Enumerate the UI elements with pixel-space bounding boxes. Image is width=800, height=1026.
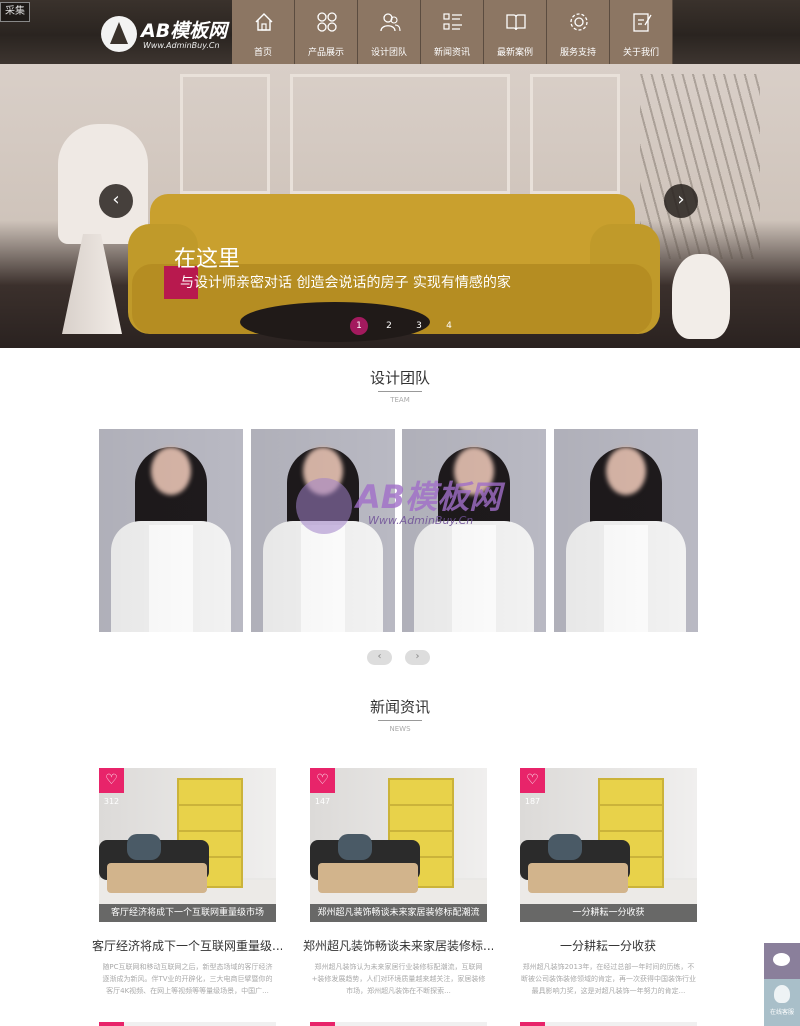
row-accent <box>99 1022 124 1026</box>
banner-dot[interactable]: 2 <box>380 317 398 335</box>
banner-prev-button[interactable]: ‹ <box>99 184 133 218</box>
nav-item-products[interactable]: 产品展示 <box>295 0 358 64</box>
logo-badge-icon <box>101 16 137 52</box>
site-header: 采集 AB模板网 Www.AdminBuy.Cn 首页 产品展示 设计团队 新闻… <box>0 0 800 64</box>
nav-label: 服务支持 <box>559 48 596 58</box>
row-accent <box>310 1022 335 1026</box>
banner-dot[interactable]: 4 <box>440 317 458 335</box>
banner-next-button[interactable]: › <box>664 184 698 218</box>
news-description: 随PC互联网和移动互联网之后，新型态场域的客厅经济逐渐成为新风。伴TV业的开辟化… <box>102 963 273 995</box>
team-member-card[interactable] <box>99 429 243 632</box>
nav-item-support[interactable]: 服务支持 <box>547 0 610 64</box>
section-divider <box>378 391 422 392</box>
heart-icon[interactable]: ♡ <box>520 768 545 793</box>
decor-branches <box>640 74 760 259</box>
book-icon <box>506 14 526 31</box>
like-count: 187 <box>524 797 541 806</box>
wall-panel <box>180 74 270 194</box>
news-section-subtitle: NEWS <box>389 725 411 733</box>
nav-label: 设计团队 <box>370 48 407 58</box>
like-count: 147 <box>314 797 331 806</box>
photo-person <box>127 834 161 860</box>
photo-table <box>318 863 418 893</box>
nav-label: 最新案例 <box>496 48 533 58</box>
banner-subtitle: 与设计师亲密对话 创造会说话的房子 实现有情感的家 <box>180 275 511 291</box>
lamp-base <box>62 234 122 334</box>
hero-banner: ‹ › 在这里 与设计师亲密对话 创造会说话的房子 实现有情感的家 1 2 3 … <box>0 64 800 348</box>
photo-shade <box>99 429 243 632</box>
wechat-button[interactable] <box>764 943 800 979</box>
service-label: 在线客服 <box>769 1009 794 1016</box>
news-title-link[interactable]: 一分耕耘一分收获 <box>513 937 703 954</box>
row-accent <box>520 1022 545 1026</box>
grid-icon <box>317 12 337 32</box>
news-card-next-row <box>310 1022 487 1026</box>
home-icon <box>255 13 273 31</box>
news-description: 郑州超凡装饰认为未来家居行业装修标配潮流，互联网+装修发展趋势，人们对环境质量越… <box>311 963 486 995</box>
news-card-image[interactable]: ♡ 187 一分耕耘一分收获 <box>520 768 697 922</box>
list-icon <box>443 13 462 30</box>
news-card-next-row <box>99 1022 276 1026</box>
news-card-image[interactable]: ♡ 147 郑州超凡装饰畅谈未来家居装修标配潮流 <box>310 768 487 922</box>
news-caption: 客厅经济将成下一个互联网重量级市场 <box>99 904 276 922</box>
watermark-subtitle: Www.AdminBuy.Cn <box>368 514 474 527</box>
main-nav: 首页 产品展示 设计团队 新闻资讯 最新案例 服务支持 关于我们 <box>232 0 673 64</box>
online-service-button[interactable]: 在线客服 <box>764 979 800 1026</box>
gear-icon <box>570 13 588 31</box>
collect-button[interactable]: 采集 <box>0 2 30 22</box>
nav-label: 首页 <box>253 48 272 58</box>
heart-icon[interactable]: ♡ <box>310 768 335 793</box>
nav-label: 新闻资讯 <box>433 48 470 58</box>
photo-table <box>107 863 207 893</box>
news-caption: 一分耕耘一分收获 <box>520 904 697 922</box>
site-logo[interactable]: AB模板网 Www.AdminBuy.Cn <box>101 14 241 54</box>
edit-icon <box>633 13 652 32</box>
banner-dot[interactable]: 3 <box>410 317 428 335</box>
news-section-title: 新闻资讯 <box>369 698 430 716</box>
logo-subtitle: Www.AdminBuy.Cn <box>143 41 220 50</box>
nav-label: 产品展示 <box>307 48 344 58</box>
team-section-subtitle: TEAM <box>390 396 410 404</box>
team-prev-button[interactable]: ‹ <box>367 650 392 665</box>
wall-panel <box>290 74 510 194</box>
section-divider <box>378 720 422 721</box>
wall-panel <box>530 74 620 194</box>
heart-icon[interactable]: ♡ <box>99 768 124 793</box>
team-member-card[interactable] <box>554 429 698 632</box>
team-next-button[interactable]: › <box>405 650 430 665</box>
news-description: 郑州超凡装饰2013年，在经过总部一年时间的历练，不断被公司装饰装修领域的肯定，… <box>521 963 696 995</box>
watermark-text: AB模板网 <box>356 478 502 516</box>
banner-title: 在这里 <box>174 247 241 272</box>
lamp-shade <box>58 124 148 244</box>
wechat-icon <box>773 953 790 966</box>
news-caption: 郑州超凡装饰畅谈未来家居装修标配潮流 <box>310 904 487 922</box>
nav-label: 关于我们 <box>622 48 659 58</box>
nav-item-cases[interactable]: 最新案例 <box>484 0 547 64</box>
logo-text: AB模板网 <box>141 20 228 42</box>
photo-table <box>528 863 628 893</box>
banner-pagination: 1 2 3 4 <box>350 317 470 335</box>
team-icon <box>380 13 401 32</box>
watermark-logo: AB模板网 Www.AdminBuy.Cn <box>296 470 516 550</box>
news-card-next-row <box>520 1022 697 1026</box>
banner-dot[interactable]: 1 <box>350 317 368 335</box>
news-card-image[interactable]: ♡ 312 客厅经济将成下一个互联网重量级市场 <box>99 768 276 922</box>
photo-person <box>338 834 372 860</box>
watermark-badge-icon <box>296 478 352 534</box>
team-section-title: 设计团队 <box>369 369 430 387</box>
nav-item-news[interactable]: 新闻资讯 <box>421 0 484 64</box>
vase <box>672 254 730 339</box>
like-count: 312 <box>103 797 120 806</box>
service-agent-icon <box>774 985 790 1003</box>
news-title-link[interactable]: 郑州超凡装饰畅谈未来家居装修标... <box>303 937 493 954</box>
photo-person <box>548 834 582 860</box>
news-title-link[interactable]: 客厅经济将成下一个互联网重量级... <box>92 937 282 954</box>
nav-item-team[interactable]: 设计团队 <box>358 0 421 64</box>
nav-item-about[interactable]: 关于我们 <box>610 0 673 64</box>
nav-item-home[interactable]: 首页 <box>232 0 295 64</box>
photo-shade <box>554 429 698 632</box>
